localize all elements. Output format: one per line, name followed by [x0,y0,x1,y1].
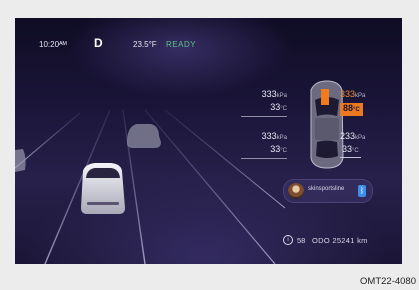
pressure-unit: kPa [355,93,366,99]
tire-front-right: 333kPa 88°C [340,89,384,116]
ego-vehicle [81,163,125,214]
tire-temp: 33 [342,144,353,154]
temp-unit: °C [352,148,359,154]
pressure-unit: kPa [276,93,287,99]
tire-temp: 33 [270,144,281,154]
tire-warning-bar [321,89,329,105]
vehicle-ahead [127,124,161,148]
tire-pressure: 333 [261,131,277,141]
tire-pressure: 333 [340,89,356,99]
gear-indicator: D [94,36,103,50]
clock: 10:20ᴬᴹ [39,40,67,49]
divider [241,116,287,117]
pressure-unit: kPa [355,135,366,141]
pressure-unit: kPa [276,135,287,141]
odometer: ODO 25241 km [312,236,368,245]
tire-pressure: 333 [261,89,277,99]
bluetooth-icon: ᛒ [358,185,366,197]
phone-contact-pill[interactable]: skinsportsline ᛒ [283,179,373,203]
tire-front-left: 333kPa 33°C [241,89,287,117]
avatar [288,183,304,199]
tire-temp: 33 [270,102,281,112]
tire-temp-box: 33°C [340,144,361,158]
info-circle-icon: i [283,235,293,245]
temp-unit: °C [280,148,287,154]
tire-pressure: 233 [340,131,356,141]
tire-rear-left: 333kPa 33°C [241,131,287,159]
tire-rear-right: 233kPa 33°C [340,131,384,158]
ready-indicator: READY [166,40,197,49]
figure-caption: OMT22-4080 [360,276,416,287]
temp-unit: °C [353,107,360,113]
lane-line [164,109,286,209]
divider [241,158,287,159]
outside-temperature: 23.5°F [133,40,157,49]
temp-unit: °C [280,106,287,112]
vehicle-left [15,149,26,172]
trip-value: 58 [297,236,306,245]
tire-temp-warning-badge: 88°C [340,103,363,116]
instrument-cluster-display: 10:20ᴬᴹ D 23.5°F READY 333kPa 33°C 333kP… [15,18,402,264]
tire-temp: 88 [343,103,354,113]
contact-name: skinsportsline [308,186,345,192]
